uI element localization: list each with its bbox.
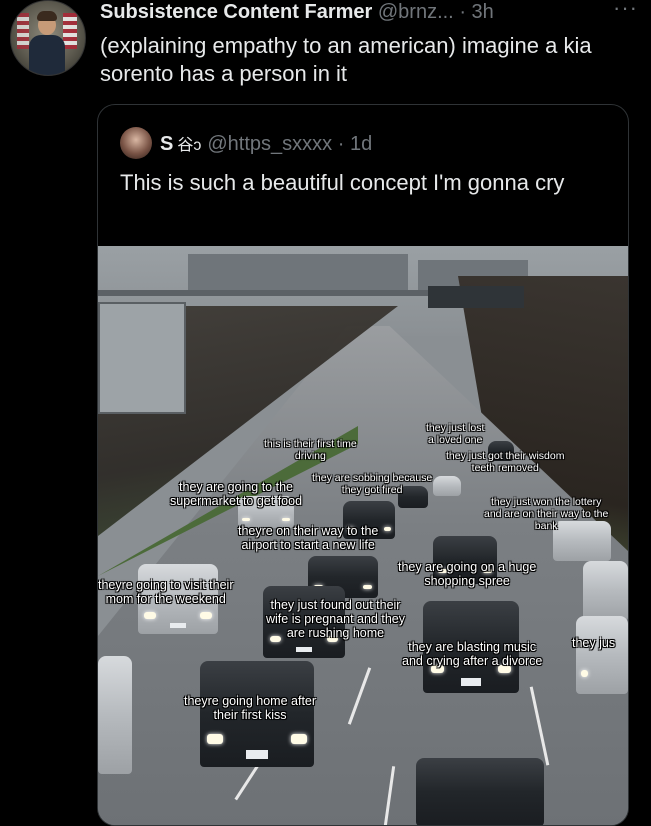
separator-dot: · <box>459 1 466 23</box>
quoted-name-emoji: ⾕ↄ <box>177 137 202 154</box>
car <box>416 758 544 825</box>
author-avatar[interactable] <box>10 0 86 76</box>
author-display-name[interactable]: Subsistence Content Farmer <box>100 1 372 23</box>
avatar-body <box>29 35 65 75</box>
quoted-tweet-timestamp[interactable]: 1d <box>350 133 372 155</box>
caption: theyre going to visit their mom for the … <box>98 578 234 606</box>
tweet-text: (explaining empathy to an american) imag… <box>100 33 592 86</box>
avatar-hair <box>37 11 57 21</box>
caption: they just won the lottery and are on the… <box>484 496 609 532</box>
caption: theyre going home after their first kiss <box>184 694 317 722</box>
more-options-icon[interactable]: ··· <box>613 0 638 20</box>
car <box>98 656 132 774</box>
quoted-author-avatar[interactable] <box>120 127 152 159</box>
caption: theyre on their way to the airport to st… <box>238 524 379 552</box>
quoted-author-display-name[interactable]: S <box>160 133 173 155</box>
caption: this is their first time driving <box>264 438 357 462</box>
photo-building <box>188 254 408 292</box>
caption: they are going on a huge shopping spree <box>398 560 537 588</box>
tweet-timestamp[interactable]: 3h <box>472 1 494 23</box>
caption: they are going to the supermarket to get… <box>170 480 303 508</box>
caption: they jus <box>572 636 616 650</box>
tweet-header: Subsistence Content Farmer @brnz... · 3h… <box>100 0 640 28</box>
photo-gantry-sign <box>428 286 524 308</box>
traffic-photo[interactable]: they just lost a loved one this is their… <box>98 246 628 825</box>
flag-decoration <box>63 13 77 49</box>
car <box>576 616 628 694</box>
caption: they are sobbing because they got fired <box>312 472 433 496</box>
caption: they just found out their wife is pregna… <box>266 598 405 640</box>
photo-road-sign <box>98 302 186 414</box>
separator-dot: · <box>337 133 345 155</box>
flag-decoration <box>17 13 29 49</box>
quoted-tweet-card[interactable]: S ⾕ↄ @https_sxxxx · 1d This is such a beau… <box>97 104 629 826</box>
quoted-author-handle[interactable]: @https_sxxxx <box>207 133 332 155</box>
author-handle[interactable]: @brnz... <box>378 1 454 23</box>
quoted-tweet-text: This is such a beautiful concept I'm gon… <box>120 170 565 195</box>
quoted-tweet-header: S ⾕ↄ @https_sxxxx · 1d <box>160 131 372 159</box>
caption: they just lost a loved one <box>426 422 485 446</box>
car <box>433 476 461 496</box>
caption: they just got their wisdom teeth removed <box>446 450 565 474</box>
caption: they are blasting music and crying after… <box>402 640 543 668</box>
car <box>583 561 628 621</box>
